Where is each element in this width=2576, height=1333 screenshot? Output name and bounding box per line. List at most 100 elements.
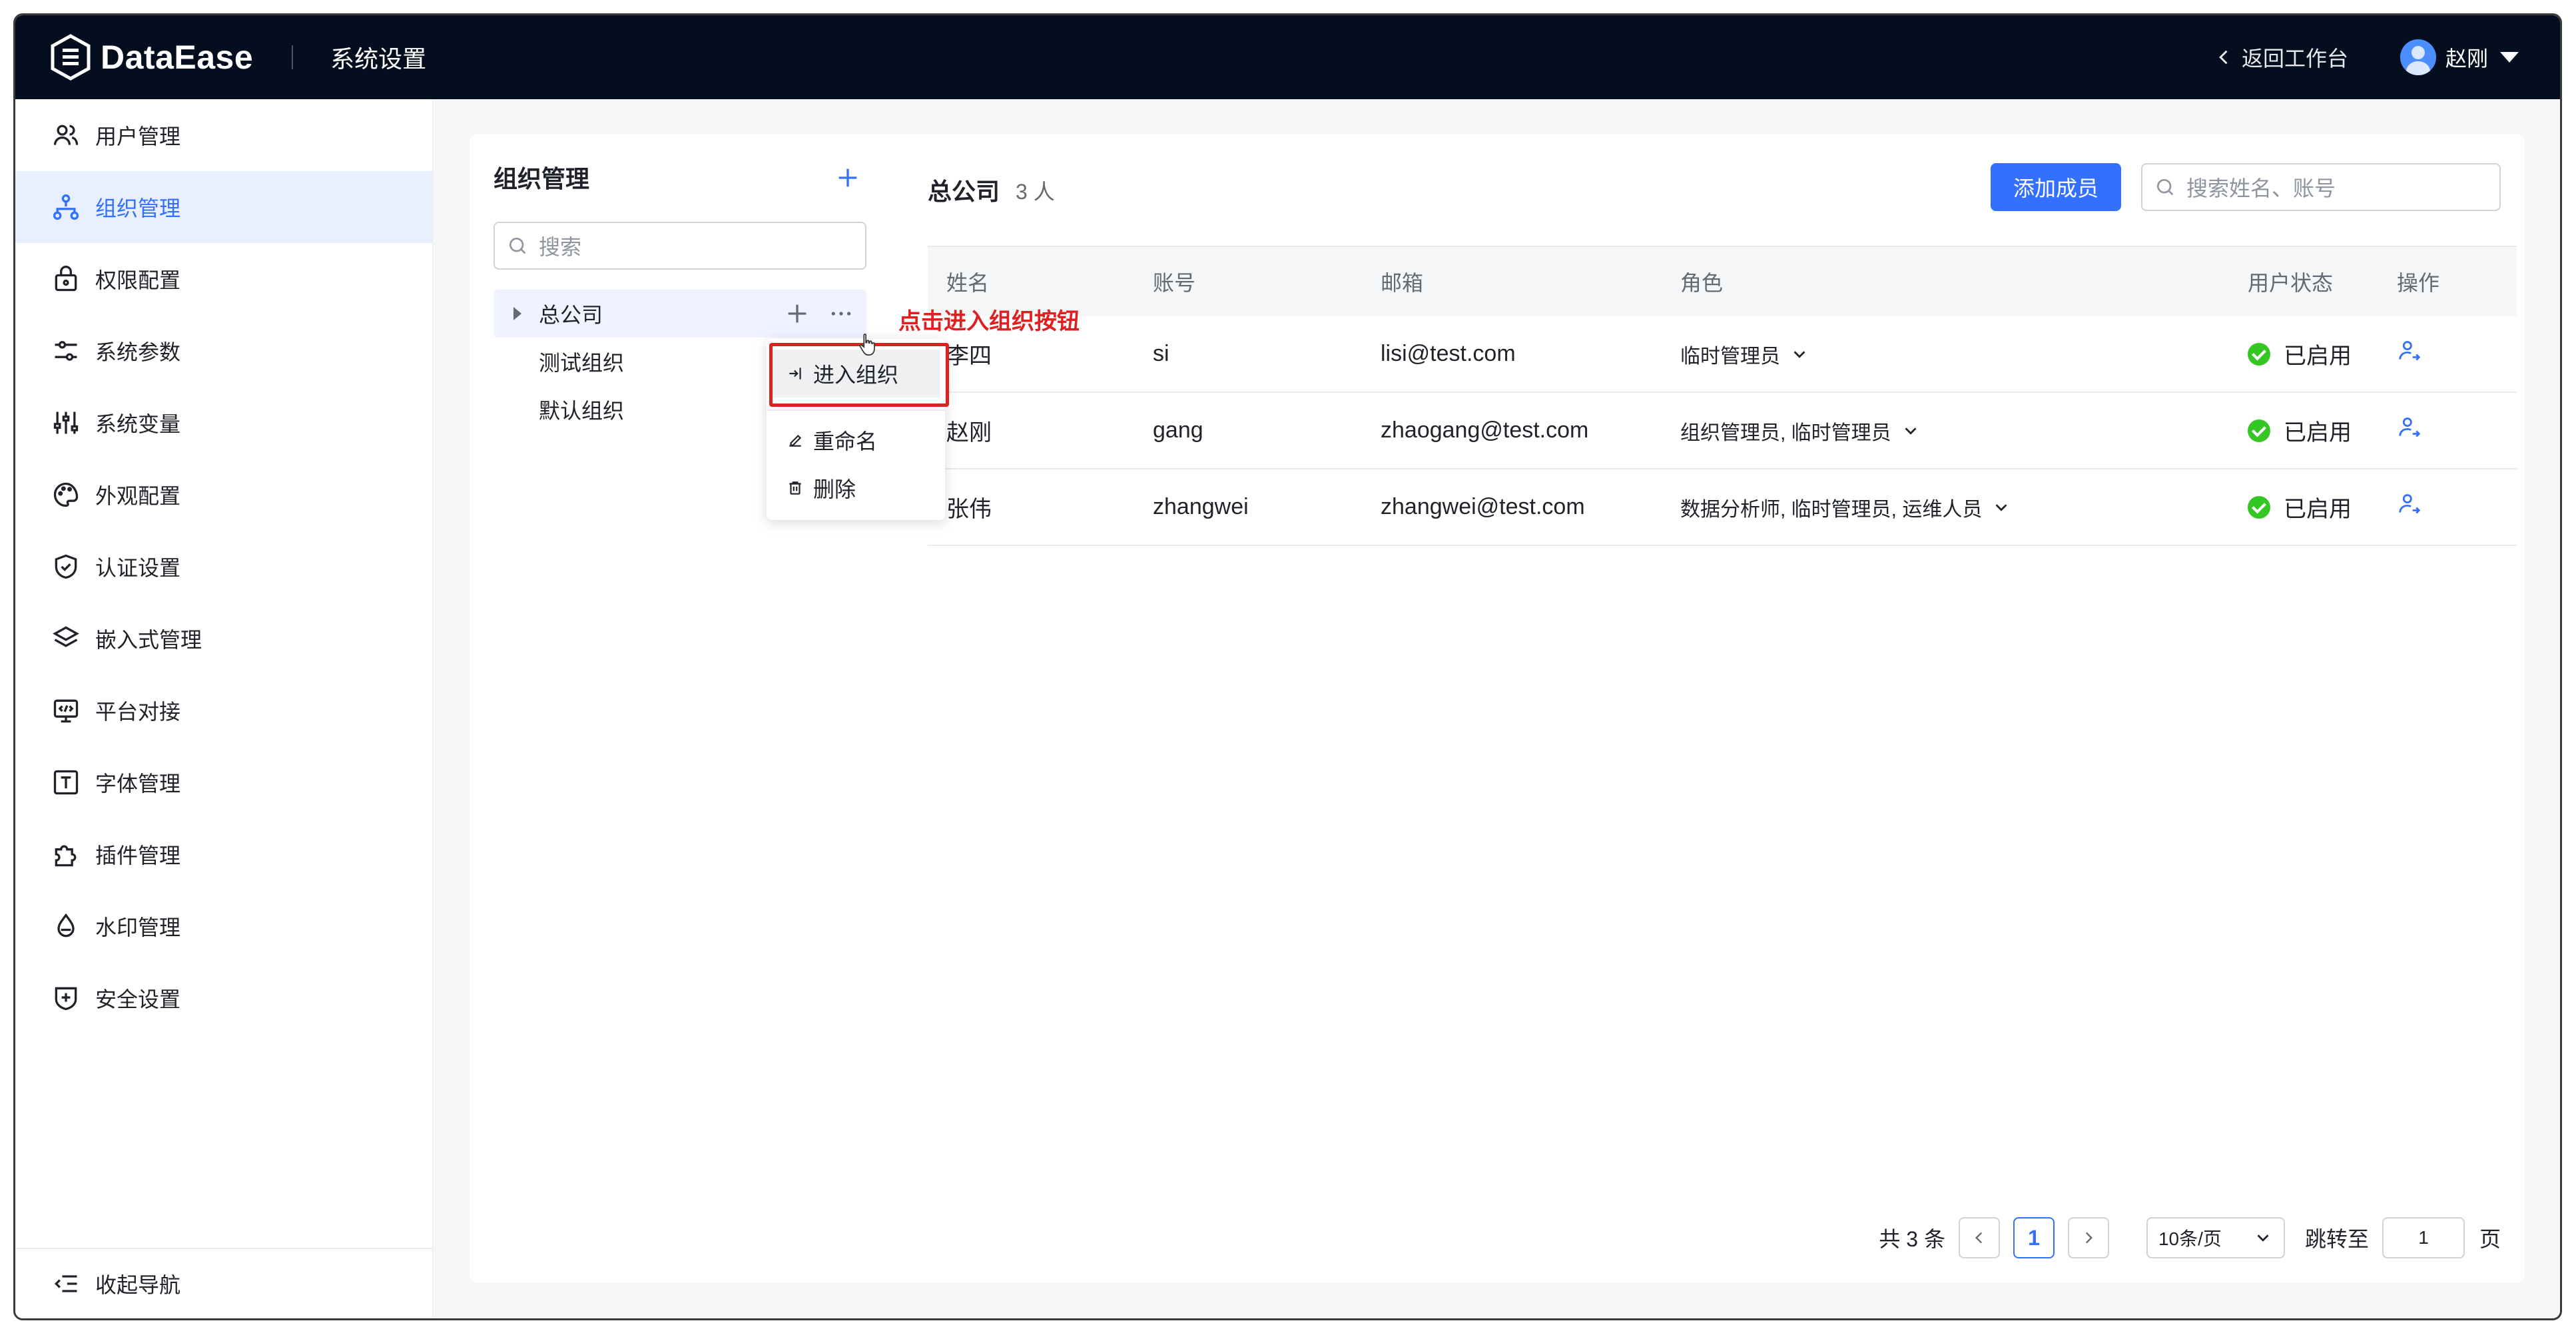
jump-label: 跳转至 xyxy=(2304,1227,2369,1251)
user-menu[interactable]: 赵刚 xyxy=(2400,39,2519,75)
member-search-placeholder: 搜索姓名、账号 xyxy=(2186,176,2336,200)
cell-role[interactable]: 临时管理员 xyxy=(1680,340,2248,369)
logo[interactable]: DataEase xyxy=(50,34,253,81)
cell-account: zhangwei xyxy=(1153,494,1249,519)
sidebar-item-label: 嵌入式管理 xyxy=(95,628,202,652)
column-header-account: 账号 xyxy=(1153,271,1196,295)
add-member-button[interactable]: 添加成员 xyxy=(1991,163,2121,211)
cell-actions xyxy=(2397,415,2477,446)
member-search-input[interactable]: 搜索姓名、账号 xyxy=(2141,163,2501,211)
role-text: 临时管理员 xyxy=(1680,345,1780,368)
sidebar-item-label: 水印管理 xyxy=(95,916,181,939)
sidebar-item-embedded[interactable]: 嵌入式管理 xyxy=(15,603,432,674)
avatar xyxy=(2400,39,2436,75)
variables-icon xyxy=(53,411,79,434)
sidebar-item-label: 外观配置 xyxy=(95,484,181,508)
sidebar-item-security[interactable]: 安全设置 xyxy=(15,962,432,1034)
menu-divider xyxy=(767,409,945,411)
check-circle-icon xyxy=(2248,495,2270,519)
search-icon xyxy=(509,238,526,254)
collapse-nav-label: 收起导航 xyxy=(95,1273,181,1297)
cell-status: 已启用 xyxy=(2248,338,2397,370)
check-circle-icon xyxy=(2248,419,2270,442)
sidebar-item-platform[interactable]: 平台对接 xyxy=(15,674,432,746)
table-row: 张伟 zhangwei zhangwei@test.com 数据分析师, 临时管… xyxy=(928,469,2517,546)
caret-down-icon xyxy=(2500,52,2519,63)
column-header-role: 角色 xyxy=(1680,271,1724,295)
chevron-down-icon[interactable] xyxy=(1991,497,2011,517)
cell-email: zhangwei@test.com xyxy=(1381,494,1585,519)
back-to-workbench-link[interactable]: 返回工作台 xyxy=(2215,42,2348,73)
cell-status: 已启用 xyxy=(2248,414,2397,447)
drop-icon xyxy=(57,913,75,937)
cell-account: si xyxy=(1153,341,1169,366)
cell-email: zhaogang@test.com xyxy=(1381,417,1589,443)
user-transfer-icon[interactable] xyxy=(2397,491,2422,517)
tree-node-label: 默认组织 xyxy=(539,399,625,423)
check-circle-icon xyxy=(2248,342,2270,366)
logo-text: DataEase xyxy=(101,39,254,76)
sidebar-item-permissions[interactable]: 权限配置 xyxy=(15,243,432,315)
page-size-select[interactable]: 10条/页 xyxy=(2146,1217,2285,1258)
cell-role[interactable]: 数据分析师, 临时管理员, 运维人员 xyxy=(1680,493,2248,522)
sidebar-item-org[interactable]: 组织管理 xyxy=(15,171,432,243)
members-title: 总公司 xyxy=(928,178,1000,205)
tree-node-headquarters[interactable]: 总公司 xyxy=(493,290,866,338)
more-icon[interactable] xyxy=(828,300,854,327)
column-header-email: 邮箱 xyxy=(1381,271,1424,295)
members-table: 姓名 账号 邮箱 角色 用户状态 操作 李四 si lisi@test.com … xyxy=(928,246,2517,546)
layers-icon xyxy=(53,626,79,647)
page-size-value: 10条/页 xyxy=(2158,1228,2222,1249)
table-row: 赵刚 gang zhaogang@test.com 组织管理员, 临时管理员 已… xyxy=(928,393,2517,469)
pagination-total: 共 3 条 xyxy=(1879,1227,1945,1251)
palette-icon xyxy=(53,482,79,507)
sidebar-item-label: 组织管理 xyxy=(95,196,181,220)
sliders-icon xyxy=(55,341,77,361)
add-org-icon[interactable] xyxy=(834,164,861,191)
chevron-left-icon xyxy=(2219,50,2228,65)
column-header-actions: 操作 xyxy=(2397,271,2440,295)
cell-actions xyxy=(2397,491,2477,523)
sidebar-item-label: 安全设置 xyxy=(95,987,181,1011)
monitor-code-icon xyxy=(53,699,79,723)
role-text: 组织管理员, 临时管理员 xyxy=(1680,421,1891,444)
user-transfer-icon[interactable] xyxy=(2397,415,2422,440)
chevron-right-icon xyxy=(2085,1232,2093,1244)
cell-actions xyxy=(2397,338,2477,370)
cell-status: 已启用 xyxy=(2248,491,2397,523)
menu-item-rename[interactable]: 重命名 xyxy=(767,416,945,464)
lock-icon xyxy=(55,266,77,292)
sidebar-item-system-params[interactable]: 系统参数 xyxy=(15,315,432,387)
cell-role[interactable]: 组织管理员, 临时管理员 xyxy=(1680,416,2248,445)
prev-page-button[interactable] xyxy=(1958,1217,2000,1258)
page-number-button[interactable]: 1 xyxy=(2013,1217,2055,1258)
org-search-input[interactable]: 搜索 xyxy=(493,222,866,270)
sidebar-item-watermark[interactable]: 水印管理 xyxy=(15,890,432,962)
sidebar-item-users[interactable]: 用户管理 xyxy=(15,99,432,171)
add-child-org-icon[interactable] xyxy=(784,300,810,327)
pointer-hand-icon xyxy=(859,334,875,356)
font-icon xyxy=(53,770,79,795)
sidebar-item-plugins[interactable]: 插件管理 xyxy=(15,818,432,890)
chevron-down-icon[interactable] xyxy=(1901,421,1921,441)
column-header-status: 用户状态 xyxy=(2248,271,2334,295)
back-link-label: 返回工作台 xyxy=(2241,47,2348,71)
sidebar-item-system-variables[interactable]: 系统变量 xyxy=(15,387,432,459)
top-header: DataEase 系统设置 返回工作台 赵刚 xyxy=(15,15,2560,99)
jump-page-input[interactable]: 1 xyxy=(2382,1217,2465,1258)
cell-name: 张伟 xyxy=(946,497,992,522)
annotation-text: 点击进入组织按钮 xyxy=(898,309,1080,334)
menu-item-delete[interactable]: 删除 xyxy=(767,464,945,512)
trash-icon xyxy=(789,481,801,495)
main-card: 组织管理 搜索 总公司 测试组织 默认组织 总公司 3 人 添加成员 搜索姓名、… xyxy=(470,134,2525,1283)
sidebar-item-appearance[interactable]: 外观配置 xyxy=(15,459,432,531)
sidebar-item-auth[interactable]: 认证设置 xyxy=(15,531,432,603)
next-page-button[interactable] xyxy=(2067,1217,2109,1258)
puzzle-icon xyxy=(55,845,77,867)
collapse-nav-button[interactable]: 收起导航 xyxy=(15,1248,432,1318)
shield-plus-icon xyxy=(55,987,77,1011)
chevron-down-icon[interactable] xyxy=(1789,344,1809,364)
user-transfer-icon[interactable] xyxy=(2397,338,2422,364)
sidebar-item-fonts[interactable]: 字体管理 xyxy=(15,746,432,818)
expand-arrow-icon[interactable] xyxy=(513,307,521,320)
